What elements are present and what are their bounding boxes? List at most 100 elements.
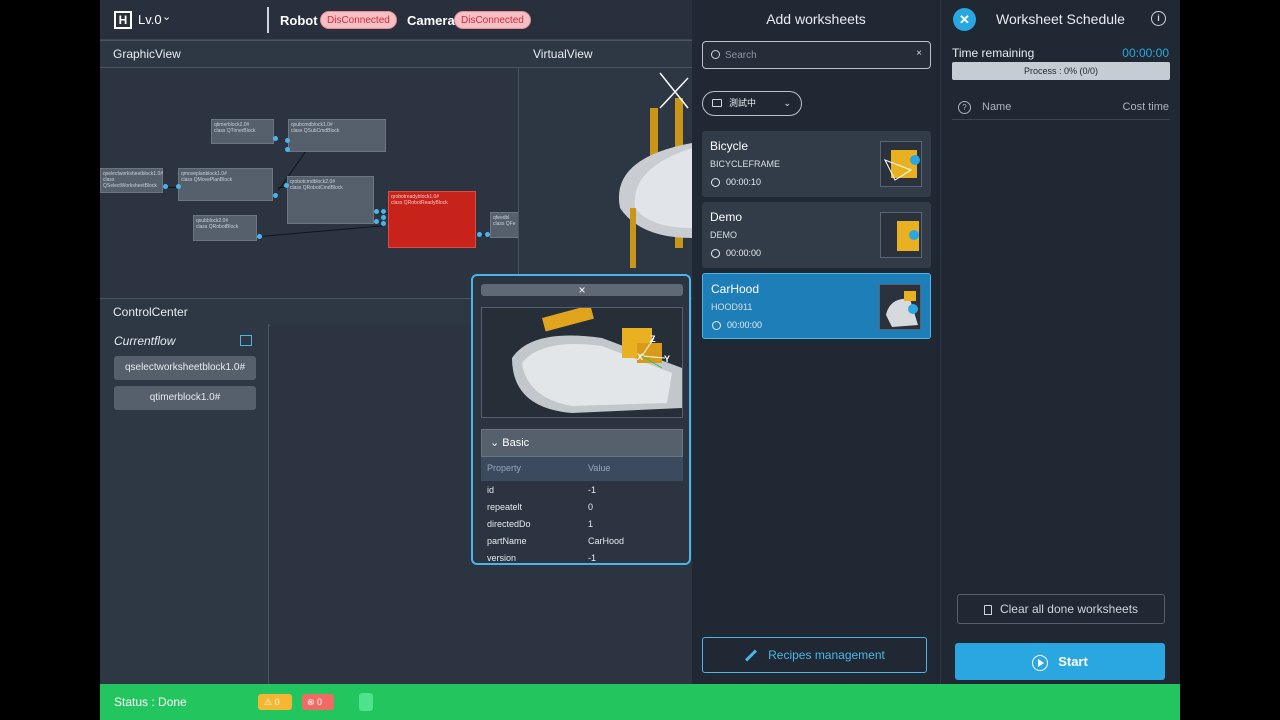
port-icon[interactable]: [477, 232, 482, 237]
currentflow-panel: Currentflow qselectworksheetblock1.0# qt…: [100, 324, 269, 684]
progress-text: Process : 0% (0/0): [1023, 66, 1099, 76]
currentflow-label: Currentflow: [114, 334, 176, 348]
robot-label: Robot: [280, 13, 318, 28]
graph-node-active[interactable]: qrobotreadyblock1.0# class QRobotReadyBl…: [388, 191, 476, 248]
warning-count-badge[interactable]: ⚠ 0: [258, 694, 292, 710]
error-count-badge[interactable]: ⊗ 0: [302, 694, 334, 710]
port-icon[interactable]: [257, 234, 262, 239]
graphic-view-canvas[interactable]: qtimerblock2.0# class QTimerBlock qsubcm…: [100, 68, 519, 298]
top-bar: H Lv.0 ⌄ Robot DisConnected Camera DisCo…: [100, 0, 692, 40]
properties-popup: × Z X Y ⌄ Basic Property Value id -1 rep…: [471, 274, 691, 565]
node-class: class QSelectWorksheetBlock: [103, 177, 157, 189]
camera-label: Camera: [407, 13, 455, 28]
graph-node[interactable]: qrobotcmdblock2.0# class QRobotCmdBlock: [287, 176, 374, 224]
port-icon[interactable]: [284, 183, 289, 188]
node-class: class QFe: [493, 221, 516, 227]
port-icon[interactable]: [485, 232, 490, 237]
play-icon: [1032, 654, 1049, 671]
worksheet-card[interactable]: Demo DEMO 00:00:00: [702, 202, 931, 268]
flow-item-button[interactable]: qtimerblock1.0#: [114, 386, 256, 410]
worksheet-card[interactable]: Bicycle BICYCLEFRAME 00:00:10: [702, 131, 931, 197]
time-remaining-label: Time remaining: [952, 46, 1035, 60]
port-icon[interactable]: [381, 215, 386, 220]
level-selector[interactable]: Lv.0: [138, 12, 162, 27]
port-icon[interactable]: [381, 221, 386, 226]
port-icon[interactable]: [374, 219, 379, 224]
close-icon[interactable]: ✕: [953, 8, 976, 31]
node-class: class QTimerBlock: [214, 128, 256, 134]
property-name: id: [487, 485, 495, 495]
worksheet-thumbnail: [880, 141, 922, 187]
app-logo-icon: H: [114, 11, 132, 29]
property-row[interactable]: directedDo 1: [481, 516, 683, 533]
property-row[interactable]: repeatelt 0: [481, 499, 683, 516]
pencil-icon: [745, 649, 758, 662]
virtual-view-3d[interactable]: [520, 68, 692, 298]
basic-section-toggle[interactable]: ⌄ Basic: [481, 429, 683, 457]
property-column-header: Property: [487, 463, 522, 473]
port-icon[interactable]: [381, 209, 386, 214]
virtualview-header: VirtualView: [520, 40, 692, 68]
port-icon[interactable]: [273, 193, 278, 198]
port-icon[interactable]: [285, 138, 290, 143]
info-icon[interactable]: i: [1151, 11, 1166, 26]
basic-section-label: Basic: [502, 437, 530, 449]
clear-search-icon[interactable]: ×: [916, 48, 922, 59]
property-table-header: Property Value: [481, 457, 683, 481]
port-icon[interactable]: [374, 209, 379, 214]
worksheet-time: 00:00:00: [727, 320, 763, 330]
popup-close-button[interactable]: ×: [481, 284, 683, 296]
port-icon[interactable]: [285, 147, 290, 152]
axis-z-label: Z: [650, 334, 656, 344]
clock-icon: [712, 321, 721, 330]
worksheet-time: 00:00:10: [726, 177, 762, 187]
port-icon[interactable]: [176, 184, 181, 189]
property-value: -1: [588, 553, 597, 563]
graph-node[interactable]: qsubblock2.0# class QRobotBlock: [193, 215, 257, 241]
folder-dropdown-value: 測試中: [729, 98, 757, 108]
wire: [260, 225, 384, 237]
robot-status-badge: DisConnected: [320, 11, 397, 29]
clear-done-worksheets-button[interactable]: Clear all done worksheets: [957, 594, 1165, 624]
node-class: class QSubCmdBlock: [291, 128, 340, 134]
search-input[interactable]: [725, 47, 905, 63]
property-row[interactable]: id -1: [481, 482, 683, 499]
search-box[interactable]: ×: [702, 41, 931, 69]
search-icon: [711, 50, 720, 59]
property-row[interactable]: version -1: [481, 550, 683, 563]
graph-node[interactable]: qmoveplanblock1.0# class QMovePlanBlock: [178, 168, 273, 201]
help-icon[interactable]: ?: [958, 101, 971, 114]
worksheet-card-selected[interactable]: CarHood HOOD911 00:00:00: [702, 273, 931, 339]
folder-icon: [712, 99, 722, 107]
port-icon[interactable]: [163, 184, 168, 189]
property-name: partName: [487, 536, 527, 546]
add-worksheets-title: Add worksheets: [766, 11, 866, 27]
map-icon[interactable]: [240, 335, 252, 346]
graph-node[interactable]: qtimerblock2.0# class QTimerBlock: [211, 119, 274, 144]
schedule-table-header: Name Cost time: [952, 96, 1170, 120]
worksheet-code: BICYCLEFRAME: [710, 159, 781, 169]
add-worksheets-panel: Add worksheets × 測試中 ⌄ Bicycle BICYCLEFR…: [692, 0, 940, 684]
property-row[interactable]: partName CarHood: [481, 533, 683, 550]
worksheet-time: 00:00:00: [726, 248, 762, 258]
graph-node[interactable]: qsubcmdblock1.0# class QSubCmdBlock: [288, 119, 386, 152]
worksheet-name: Bicycle: [710, 139, 749, 153]
graph-node[interactable]: qfeedbl class QFe: [490, 212, 518, 238]
port-icon[interactable]: [273, 136, 278, 141]
error-count: 0: [317, 697, 323, 707]
popup-3d-preview[interactable]: Z X Y: [481, 307, 683, 418]
flow-item-button[interactable]: qselectworksheetblock1.0#: [114, 356, 256, 380]
chevron-down-icon: ⌄: [783, 98, 791, 108]
status-text: Status : Done: [114, 695, 187, 709]
error-icon: ⊗: [307, 697, 318, 707]
cost-time-column-header: Cost time: [1122, 101, 1169, 113]
folder-dropdown[interactable]: 測試中 ⌄: [702, 91, 802, 116]
axis-y-label: Y: [664, 354, 670, 364]
start-button[interactable]: Start: [955, 643, 1165, 680]
graph-node[interactable]: qselectworksheetblock1.0# class QSelectW…: [100, 168, 163, 193]
chevron-down-icon[interactable]: ⌄: [162, 10, 171, 23]
start-label: Start: [1058, 654, 1088, 669]
value-column-header: Value: [588, 463, 611, 473]
clock-icon: [711, 178, 720, 187]
recipes-management-button[interactable]: Recipes management: [702, 637, 927, 673]
